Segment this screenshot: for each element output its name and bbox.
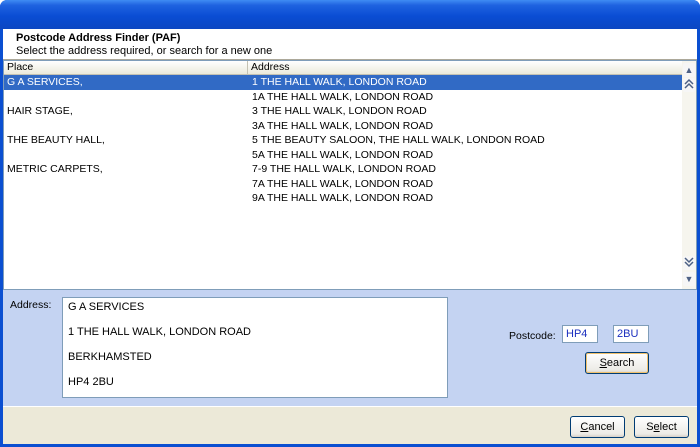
- row-address: 3 THE HALL WALK, LONDON ROAD: [252, 105, 427, 117]
- caret-up-icon: ▲: [684, 65, 694, 75]
- caret-down-icon: ▼: [684, 274, 694, 284]
- row-place: THE BEAUTY HALL,: [7, 134, 105, 146]
- row-address: 1 THE HALL WALK, LONDON ROAD: [252, 76, 427, 88]
- row-place: HAIR STAGE,: [7, 105, 73, 117]
- scroll-page-up-button[interactable]: [683, 78, 695, 92]
- column-header-address[interactable]: Address: [248, 61, 683, 75]
- address-line: 1 THE HALL WALK, LONDON ROAD: [68, 326, 251, 338]
- row-place: G A SERVICES,: [7, 76, 83, 88]
- search-button[interactable]: Search: [585, 352, 649, 374]
- scroll-top-button[interactable]: ▲: [683, 63, 695, 77]
- list-row[interactable]: G A SERVICES, 1 THE HALL WALK, LONDON ROA…: [4, 75, 683, 90]
- row-address: 1A THE HALL WALK, LONDON ROAD: [252, 90, 434, 103]
- list-row[interactable]: 9A THE HALL WALK, LONDON ROAD: [4, 191, 683, 206]
- title-bar[interactable]: [0, 0, 700, 29]
- double-chevron-up-icon: [684, 78, 694, 89]
- postcode-outward-input[interactable]: HP4: [562, 325, 598, 343]
- row-address: 5A THE HALL WALK, LONDON ROAD: [252, 148, 434, 161]
- address-line: G A SERVICES: [68, 301, 145, 313]
- double-chevron-down-icon: [684, 257, 694, 268]
- list-row[interactable]: THE BEAUTY HALL, 5 THE BEAUTY SALOON, THE…: [4, 133, 683, 148]
- address-line: BERKHAMSTED: [68, 351, 152, 363]
- dialog-title: Postcode Address Finder (PAF): [16, 32, 181, 44]
- dialog-subtitle: Select the address required, or search f…: [16, 45, 273, 57]
- list-row[interactable]: 7A THE HALL WALK, LONDON ROAD: [4, 177, 683, 192]
- scroll-bottom-button[interactable]: ▼: [683, 272, 695, 286]
- window-frame: Postcode Address Finder (PAF) Select the…: [0, 0, 700, 447]
- postcode-label: Postcode:: [509, 330, 556, 342]
- scroll-page-down-button[interactable]: [683, 256, 695, 270]
- row-place: METRIC CARPETS,: [7, 163, 103, 175]
- row-address: 7A THE HALL WALK, LONDON ROAD: [252, 177, 434, 190]
- list-row[interactable]: 1A THE HALL WALK, LONDON ROAD: [4, 90, 683, 105]
- address-line: HP4 2BU: [68, 376, 114, 388]
- row-address: 7-9 THE HALL WALK, LONDON ROAD: [252, 163, 436, 175]
- postcode-inward-input[interactable]: 2BU: [613, 325, 649, 343]
- dialog-client: Postcode Address Finder (PAF) Select the…: [3, 29, 697, 444]
- list-row[interactable]: 3A THE HALL WALK, LONDON ROAD: [4, 119, 683, 134]
- list-rows: G A SERVICES, 1 THE HALL WALK, LONDON ROA…: [4, 75, 683, 206]
- list-row[interactable]: METRIC CARPETS, 7-9 THE HALL WALK, LONDON…: [4, 162, 683, 177]
- row-address: 5 THE BEAUTY SALOON, THE HALL WALK, LOND…: [252, 134, 545, 146]
- cancel-button[interactable]: Cancel: [570, 416, 625, 438]
- column-header-place[interactable]: Place: [4, 61, 248, 75]
- list-row[interactable]: 5A THE HALL WALK, LONDON ROAD: [4, 148, 683, 163]
- vertical-scrollbar[interactable]: ▲ ▼: [682, 61, 696, 289]
- row-address: 9A THE HALL WALK, LONDON ROAD: [252, 192, 434, 204]
- select-button[interactable]: Select: [634, 416, 689, 438]
- address-textbox[interactable]: G A SERVICES 1 THE HALL WALK, LONDON ROA…: [62, 297, 448, 398]
- address-panel: Address: G A SERVICES 1 THE HALL WALK, L…: [3, 290, 697, 406]
- list-row[interactable]: HAIR STAGE, 3 THE HALL WALK, LONDON ROAD: [4, 104, 683, 119]
- row-address: 3A THE HALL WALK, LONDON ROAD: [252, 119, 434, 132]
- address-list[interactable]: Place Address G A SERVICES, 1 THE HALL WA…: [3, 60, 697, 290]
- address-label: Address:: [10, 299, 52, 311]
- dialog-header: Postcode Address Finder (PAF) Select the…: [3, 29, 697, 60]
- dialog-footer: Cancel Select: [3, 406, 697, 444]
